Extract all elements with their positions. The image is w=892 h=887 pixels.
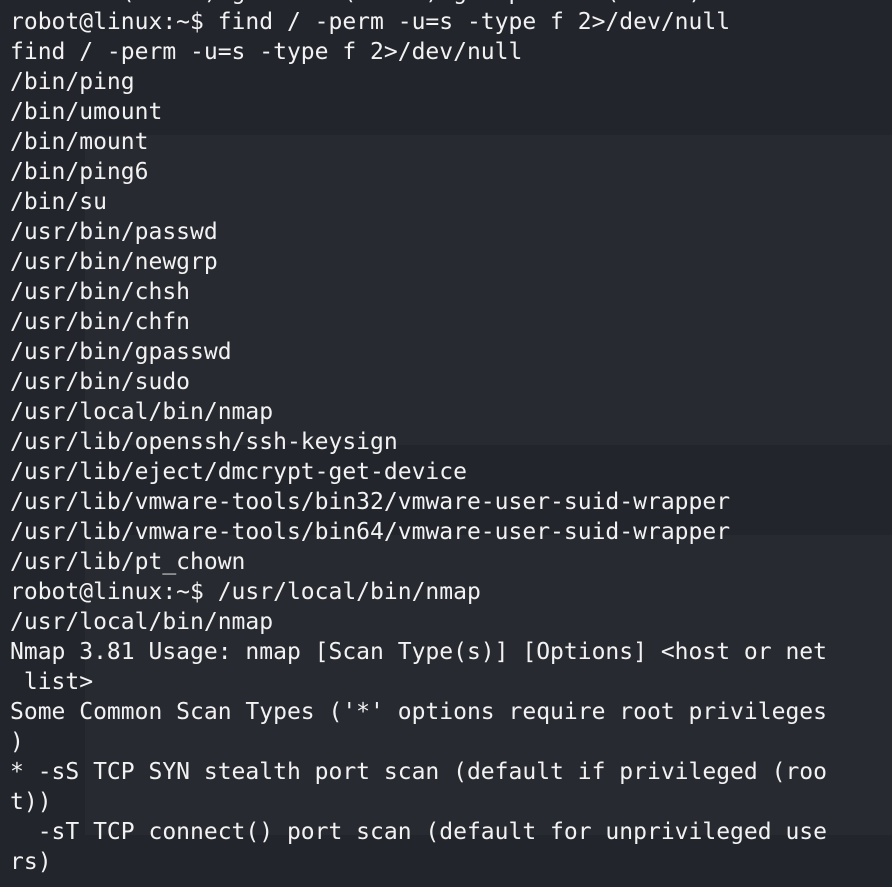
terminal-line: /bin/ping6 bbox=[10, 159, 149, 185]
terminal-line: /usr/bin/sudo bbox=[10, 369, 191, 395]
terminal-line: Nmap 3.81 Usage: nmap [Scan Type(s)] [Op… bbox=[10, 639, 827, 665]
terminal-line: /usr/lib/vmware-tools/bin32/vmware-user-… bbox=[10, 489, 731, 515]
terminal-output[interactable]: uid=1002(robot) gid=1002(robot) groups=1… bbox=[10, 0, 827, 877]
terminal-line: * -sS TCP SYN stealth port scan (default… bbox=[10, 759, 827, 785]
terminal-line: /usr/local/bin/nmap bbox=[10, 399, 274, 425]
terminal-line: /bin/umount bbox=[10, 99, 163, 125]
terminal-line: /usr/lib/pt_chown bbox=[10, 549, 246, 575]
terminal-line: /usr/bin/gpasswd bbox=[10, 339, 232, 365]
terminal-line: uid=1002(robot) gid=1002(robot) groups=1… bbox=[10, 0, 827, 7]
terminal-line: /usr/bin/chfn bbox=[10, 309, 191, 335]
terminal-line: /usr/lib/openssh/ssh-keysign bbox=[10, 429, 398, 455]
terminal-prompt-line: robot@linux:~$ /usr/local/bin/nmap bbox=[10, 579, 481, 605]
terminal-line: list> bbox=[10, 669, 94, 695]
terminal-line: ) bbox=[10, 729, 24, 755]
terminal-line: /bin/ping bbox=[10, 69, 135, 95]
terminal-prompt-line: robot@linux:~$ find / -perm -u=s -type f… bbox=[10, 9, 731, 35]
terminal-line: -sT TCP connect() port scan (default for… bbox=[10, 819, 827, 845]
terminal-line: Some Common Scan Types ('*' options requ… bbox=[10, 699, 827, 725]
terminal-line: rs) bbox=[10, 849, 52, 875]
terminal-line: /usr/bin/chsh bbox=[10, 279, 191, 305]
terminal-line: /usr/lib/vmware-tools/bin64/vmware-user-… bbox=[10, 519, 731, 545]
terminal-line: /bin/mount bbox=[10, 129, 149, 155]
terminal-line: /bin/su bbox=[10, 189, 107, 215]
terminal-line: /usr/bin/newgrp bbox=[10, 249, 218, 275]
terminal-line: /usr/lib/eject/dmcrypt-get-device bbox=[10, 459, 467, 485]
terminal-line: /usr/local/bin/nmap bbox=[10, 609, 274, 635]
terminal-line: /usr/bin/passwd bbox=[10, 219, 218, 245]
terminal-line: t)) bbox=[10, 789, 52, 815]
terminal-line: find / -perm -u=s -type f 2>/dev/null bbox=[10, 39, 523, 65]
